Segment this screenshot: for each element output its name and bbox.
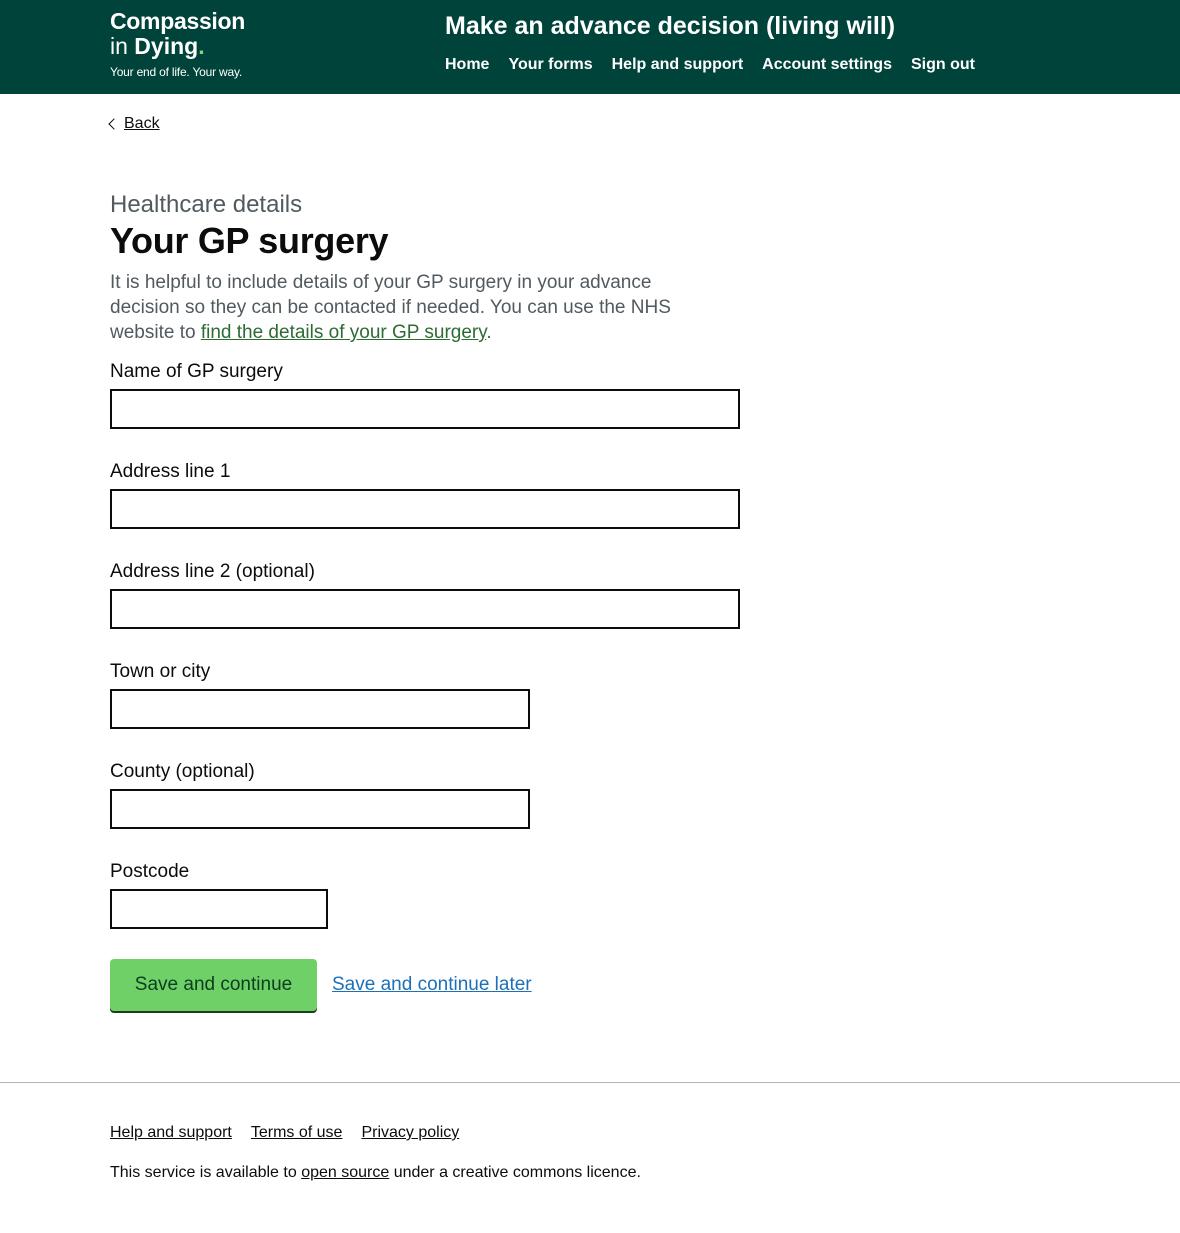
field-gp-surgery-name: Name of GP surgery	[110, 360, 740, 429]
county-label: County (optional)	[110, 761, 255, 782]
back-link[interactable]: Back	[124, 114, 160, 134]
logo-dot: .	[198, 33, 205, 59]
gp-surgery-name-input[interactable]	[110, 389, 740, 429]
logo-line-2-prefix: in	[110, 33, 135, 59]
county-input[interactable]	[110, 789, 530, 829]
footer-privacy-policy-link[interactable]: Privacy policy	[361, 1123, 459, 1143]
address-line-2-input[interactable]	[110, 589, 740, 629]
town-or-city-input[interactable]	[110, 689, 530, 729]
open-source-link[interactable]: open source	[301, 1164, 389, 1181]
footer-links: Help and support Terms of use Privacy po…	[110, 1123, 459, 1143]
save-and-continue-later-link[interactable]: Save and continue later	[332, 973, 532, 997]
logo-line-2: in Dying.	[110, 34, 245, 59]
page-title: Your GP surgery	[110, 220, 389, 261]
address-line-1-input[interactable]	[110, 489, 740, 529]
logo-line-1: Compassion	[110, 8, 246, 34]
gp-surgery-name-label: Name of GP surgery	[110, 361, 283, 382]
address-line-1-label: Address line 1	[110, 461, 231, 482]
compassion-in-dying-logo[interactable]: Compassion in Dying. Your end of life. Y…	[110, 9, 245, 80]
nav-your-forms[interactable]: Your forms	[508, 55, 592, 75]
licence-text-before: This service is available to	[110, 1164, 302, 1181]
intro-text: It is helpful to include details of your…	[110, 270, 720, 345]
address-line-2-label: Address line 2 (optional)	[110, 561, 315, 582]
footer-help-and-support-link[interactable]: Help and support	[110, 1123, 232, 1143]
field-address-line-1: Address line 1	[110, 460, 740, 529]
postcode-input[interactable]	[110, 889, 328, 929]
section-caption: Healthcare details	[110, 191, 303, 218]
intro-text-after: .	[486, 322, 492, 343]
field-address-line-2: Address line 2 (optional)	[110, 560, 740, 629]
nav-account-settings[interactable]: Account settings	[762, 55, 892, 75]
footer-divider	[0, 1082, 1180, 1083]
licence-text-after: under a creative commons licence.	[389, 1164, 641, 1181]
postcode-label: Postcode	[110, 861, 190, 882]
footer-terms-of-use-link[interactable]: Terms of use	[251, 1123, 343, 1143]
field-town-or-city: Town or city	[110, 660, 530, 729]
back-link-container: Back	[108, 114, 160, 134]
logo-tagline: Your end of life. Your way.	[110, 65, 243, 79]
field-county: County (optional)	[110, 760, 530, 829]
town-or-city-label: Town or city	[110, 661, 211, 682]
chevron-left-icon	[108, 117, 120, 130]
nav-sign-out[interactable]: Sign out	[911, 55, 975, 75]
logo-line-2-bold: Dying	[134, 33, 199, 59]
nav-help-and-support[interactable]: Help and support	[612, 55, 744, 75]
save-and-continue-button[interactable]: Save and continue	[110, 959, 317, 1011]
site-header: Compassion in Dying. Your end of life. Y…	[0, 0, 1180, 94]
licence-text: This service is available to open source…	[110, 1163, 641, 1183]
service-name: Make an advance decision (living will)	[445, 12, 896, 40]
main-navigation: Home Your forms Help and support Account…	[445, 55, 975, 75]
field-postcode: Postcode	[110, 860, 328, 929]
find-gp-surgery-link[interactable]: find the details of your GP surgery	[201, 322, 487, 343]
nav-home[interactable]: Home	[445, 55, 489, 75]
